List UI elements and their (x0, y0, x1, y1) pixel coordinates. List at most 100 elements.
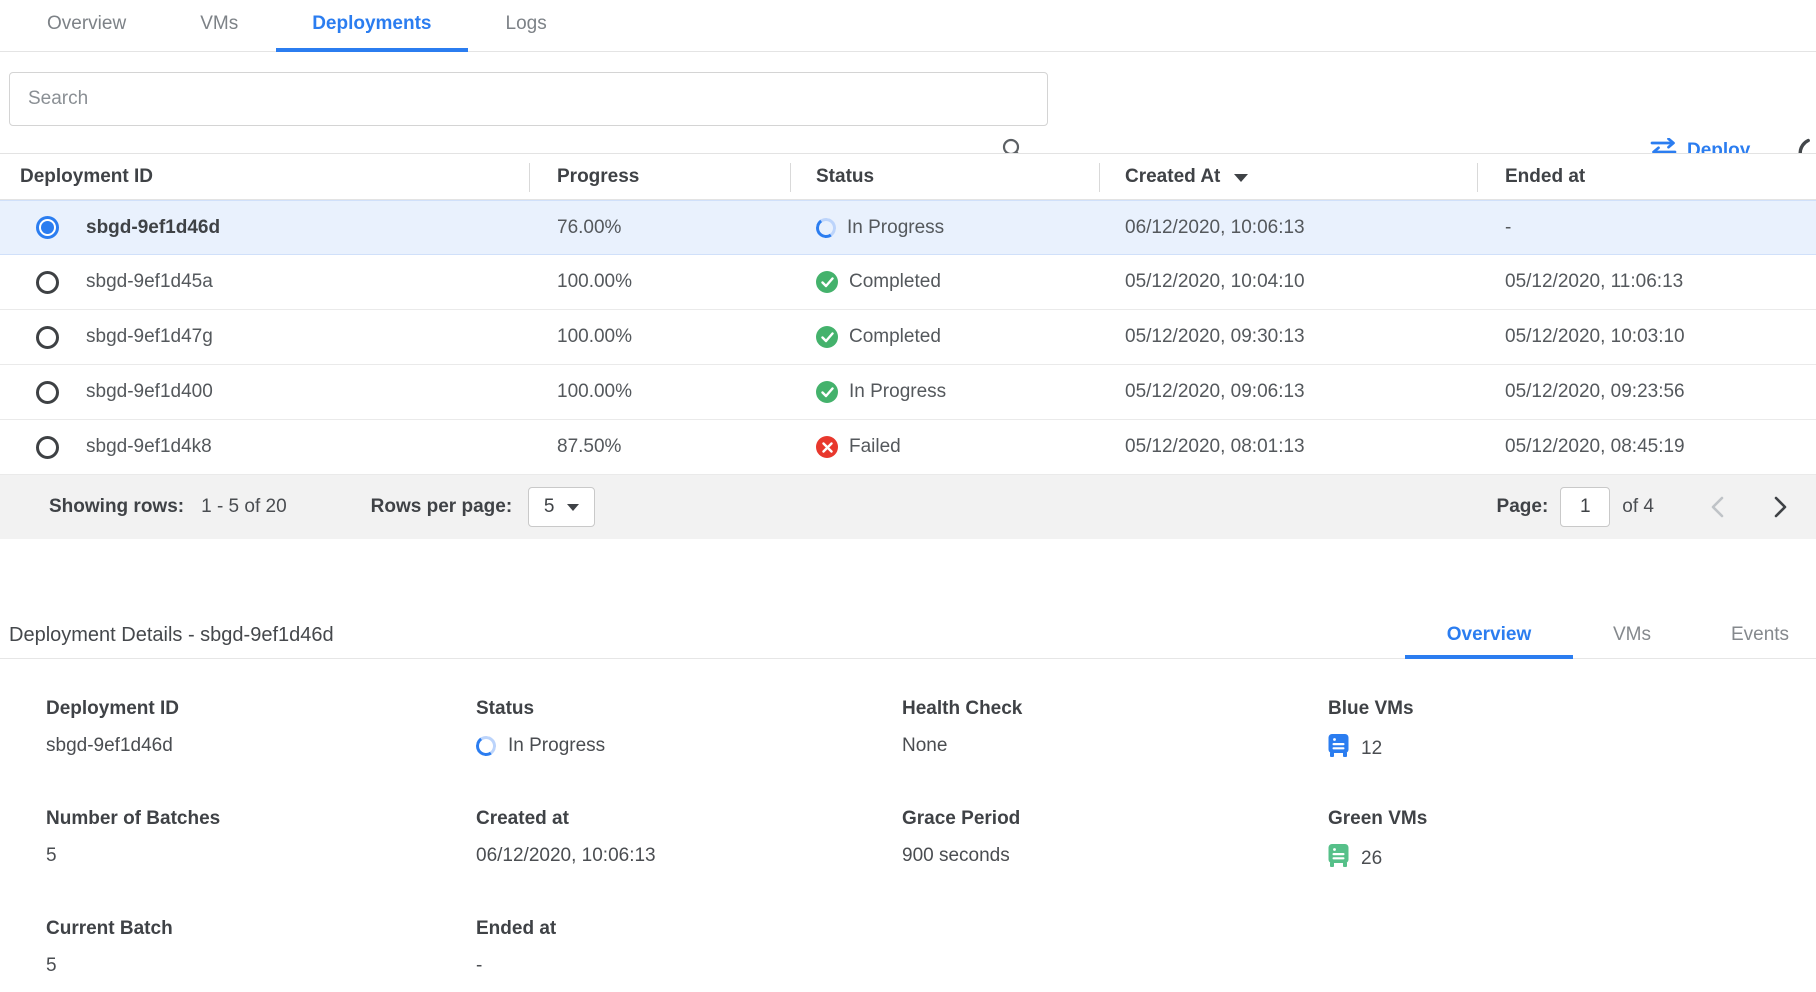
field-label: Health Check (902, 698, 1022, 720)
radio-select[interactable] (36, 381, 59, 404)
page-label: Page: (1497, 496, 1549, 518)
details-header: Deployment Details - sbgd-9ef1d46d Overv… (0, 605, 1816, 659)
check-icon (816, 381, 838, 403)
progress-value: 87.50% (529, 436, 790, 458)
sort-desc-icon (1234, 174, 1248, 182)
next-page-button[interactable] (1774, 495, 1788, 519)
pagination: Page: of 4 (1497, 487, 1788, 527)
field-label: Green VMs (1328, 808, 1427, 830)
column-header-created-at[interactable]: Created At (1099, 166, 1477, 188)
created-at-value: 05/12/2020, 08:01:13 (1099, 436, 1477, 458)
showing-rows-value: 1 - 5 of 20 (201, 496, 287, 518)
field-deployment-id: Deployment ID sbgd-9ef1d46d (46, 698, 179, 758)
deployment-id: sbgd-9ef1d47g (86, 326, 213, 348)
spinner-icon (814, 216, 837, 239)
field-current-batch: Current Batch 5 (46, 918, 173, 978)
created-at-header-label: Created At (1125, 166, 1220, 187)
field-value: 26 (1361, 848, 1382, 870)
progress-value: 100.00% (529, 271, 790, 293)
rows-per-page-value: 5 (544, 496, 555, 518)
deployment-id: sbgd-9ef1d46d (86, 217, 220, 239)
spinner-icon (474, 734, 497, 757)
column-header-progress: Progress (529, 166, 790, 188)
check-icon (816, 271, 838, 293)
rows-per-page-select[interactable]: 5 (528, 487, 595, 527)
chevron-down-icon (567, 504, 579, 511)
field-label: Created at (476, 808, 656, 830)
column-header-ended-at: Ended at (1477, 166, 1816, 188)
top-tab-bar: Overview VMs Deployments Logs (0, 0, 1816, 52)
table-row[interactable]: sbgd-9ef1d47g 100.00% Completed 05/12/20… (0, 310, 1816, 365)
details-tab-overview[interactable]: Overview (1405, 615, 1573, 659)
search-input[interactable] (9, 72, 1048, 126)
page-total-label: of 4 (1622, 496, 1654, 518)
ended-at-value: 05/12/2020, 09:23:56 (1477, 381, 1816, 403)
rows-per-page-label: Rows per page: (371, 496, 512, 518)
field-value: 900 seconds (902, 844, 1020, 868)
table-row[interactable]: sbgd-9ef1d46d 76.00% In Progress 06/12/2… (0, 200, 1816, 255)
ended-at-value: 05/12/2020, 08:45:19 (1477, 436, 1816, 458)
field-created-at: Created at 06/12/2020, 10:06:13 (476, 808, 656, 868)
table-row[interactable]: sbgd-9ef1d45a 100.00% Completed 05/12/20… (0, 255, 1816, 310)
status-label: Failed (849, 436, 901, 458)
field-value: 5 (46, 844, 220, 868)
field-value: None (902, 734, 1022, 758)
column-divider (529, 163, 530, 192)
vm-icon (1328, 844, 1349, 873)
radio-select[interactable] (36, 436, 59, 459)
field-label: Ended at (476, 918, 556, 940)
column-divider (1099, 163, 1100, 192)
table-row[interactable]: sbgd-9ef1d400 100.00% In Progress 05/12/… (0, 365, 1816, 420)
details-title: Deployment Details - sbgd-9ef1d46d (9, 624, 334, 647)
field-label: Status (476, 698, 605, 720)
table-header: Deployment ID Progress Status Created At… (0, 153, 1816, 200)
field-grace-period: Grace Period 900 seconds (902, 808, 1020, 868)
tab-logs[interactable]: Logs (470, 0, 583, 52)
ended-at-value: 05/12/2020, 11:06:13 (1477, 271, 1816, 293)
cross-icon (816, 436, 838, 458)
progress-value: 100.00% (529, 326, 790, 348)
status-label: In Progress (849, 381, 946, 403)
radio-select[interactable] (36, 216, 59, 239)
column-divider (790, 163, 791, 192)
deployment-id: sbgd-9ef1d45a (86, 271, 213, 293)
field-label: Grace Period (902, 808, 1020, 830)
column-divider (1477, 163, 1478, 192)
column-header-status: Status (790, 166, 1099, 188)
field-value: 06/12/2020, 10:06:13 (476, 844, 656, 868)
table-row[interactable]: sbgd-9ef1d4k8 87.50% Failed 05/12/2020, … (0, 420, 1816, 475)
deployment-id: sbgd-9ef1d4k8 (86, 436, 212, 458)
status-header-label: Status (816, 166, 874, 188)
status-label: Completed (849, 326, 941, 348)
toolbar: Deploy (0, 52, 1816, 153)
field-blue-vms: Blue VMs 12 (1328, 698, 1414, 763)
progress-value: 100.00% (529, 381, 790, 403)
progress-value: 76.00% (529, 217, 790, 239)
details-tab-events[interactable]: Events (1708, 615, 1812, 659)
tab-vms[interactable]: VMs (164, 0, 274, 52)
field-health-check: Health Check None (902, 698, 1022, 758)
field-value: 12 (1361, 738, 1382, 760)
created-at-value: 06/12/2020, 10:06:13 (1099, 217, 1477, 239)
details-tab-vms[interactable]: VMs (1582, 615, 1682, 659)
deployment-id: sbgd-9ef1d400 (86, 381, 213, 403)
tab-deployments[interactable]: Deployments (276, 0, 467, 52)
field-value: In Progress (508, 735, 605, 757)
field-value: 5 (46, 954, 173, 978)
field-green-vms: Green VMs 26 (1328, 808, 1427, 873)
previous-page-button[interactable] (1710, 495, 1724, 519)
field-ended-at: Ended at - (476, 918, 556, 978)
table-footer: Showing rows: 1 - 5 of 20 Rows per page:… (0, 475, 1816, 539)
ended-at-value: 05/12/2020, 10:03:10 (1477, 326, 1816, 348)
ended-at-value: - (1477, 217, 1816, 239)
field-label: Number of Batches (46, 808, 220, 830)
radio-select[interactable] (36, 271, 59, 294)
tab-overview[interactable]: Overview (11, 0, 162, 52)
details-grid: Deployment ID sbgd-9ef1d46d Status In Pr… (0, 698, 1816, 992)
radio-select[interactable] (36, 326, 59, 349)
page-number-input[interactable] (1560, 487, 1610, 527)
showing-rows-label: Showing rows: (49, 496, 184, 518)
deployments-table: Deployment ID Progress Status Created At… (0, 153, 1816, 539)
status-label: Completed (849, 271, 941, 293)
created-at-value: 05/12/2020, 09:06:13 (1099, 381, 1477, 403)
